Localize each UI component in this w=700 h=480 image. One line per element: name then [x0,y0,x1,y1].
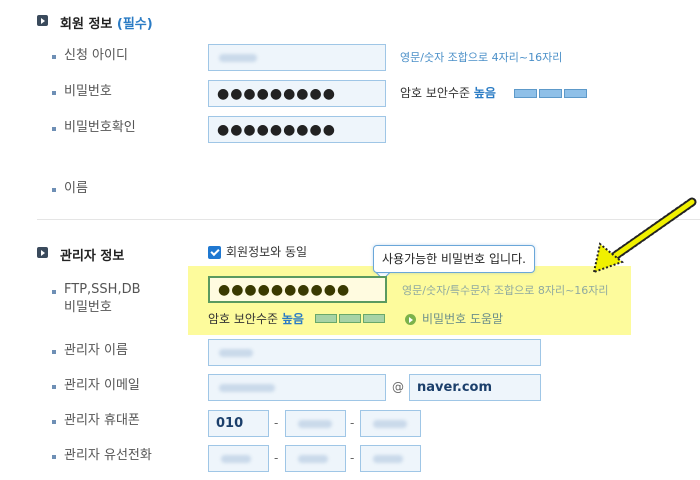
phone-part3-input[interactable] [360,445,421,472]
strength-bar-segment [539,89,562,98]
same-as-member-label[interactable]: 회원정보와 동일 [226,243,307,261]
password-confirm-value: ●●●●●●●●● [217,122,336,138]
strength-bar-segment [514,89,537,98]
bullet-icon [52,290,56,294]
admin-name-label: 관리자 이름 [64,343,128,358]
id-hint: 영문/숫자 조합으로 4자리~16자리 [400,51,563,64]
password-tooltip: 사용가능한 비밀번호 입니다. [373,245,535,273]
ftp-password-hint: 영문/숫자/특수문자 조합으로 8자리~16자리 [402,284,609,297]
bullet-icon [52,188,56,192]
member-section-title-text: 회원 정보 [60,17,113,32]
section-marker-icon [37,247,48,258]
password-value: ●●●●●●●●● [217,86,336,102]
password-strength-label: 암호 보안수준 [400,86,471,100]
phone-part1-input[interactable] [208,445,269,472]
password-help-link[interactable]: 비밀번호 도움말 [422,311,503,327]
password-input[interactable]: ●●●●●●●●● [208,80,386,107]
phone-part2-input[interactable] [285,445,346,472]
admin-phone-label: 관리자 유선전화 [64,448,152,463]
id-label: 신청 아이디 [64,48,128,63]
dash-separator: - [350,451,355,465]
email-domain-value: naver.com [417,380,492,395]
password-confirm-label: 비밀번호확인 [64,120,136,135]
strength-bar-segment [339,314,361,323]
name-label: 이름 [64,181,88,196]
help-arrow-icon[interactable] [405,314,416,325]
member-section-title: 회원 정보 (필수) [60,13,153,32]
strength-bar-segment [564,89,587,98]
strength-bar-segment [315,314,337,323]
password-strength-level: 높음 [473,86,496,100]
admin-email-domain-input[interactable]: naver.com [409,374,541,401]
dash-separator: - [274,416,279,430]
dash-separator: - [350,416,355,430]
mobile-prefix-value: 010 [216,416,244,431]
admin-mobile-label: 관리자 휴대폰 [64,413,140,428]
ftp-strength-level: 높음 [281,312,304,326]
mobile-part1-input[interactable]: 010 [208,410,269,437]
checkbox-checked-icon[interactable] [208,246,221,259]
id-input[interactable] [208,44,386,71]
email-at-sign: @ [392,380,404,394]
ftp-strength-label: 암호 보안수준 [208,312,279,326]
admin-email-label: 관리자 이메일 [64,378,140,393]
required-badge: (필수) [116,17,153,32]
password-strength: 암호 보안수준 높음 [400,85,496,101]
password-confirm-input[interactable]: ●●●●●●●●● [208,116,386,143]
yellow-arrow-icon [592,197,697,274]
ftp-strength: 암호 보안수준 높음 [208,311,304,327]
dash-separator: - [274,451,279,465]
strength-bar-segment [363,314,385,323]
bullet-icon [52,420,56,424]
admin-email-id-input[interactable] [208,374,386,401]
password-label: 비밀번호 [64,84,112,99]
bullet-icon [52,455,56,459]
ftp-password-label-line2: 비밀번호 [64,300,112,315]
ftp-password-label-line1: FTP,SSH,DB [64,282,141,297]
ftp-password-input[interactable]: ●●●●●●●●●● [208,276,387,303]
section-marker-icon [37,15,48,26]
bullet-icon [52,350,56,354]
admin-section-title: 관리자 정보 [60,249,125,264]
mobile-part2-input[interactable] [285,410,346,437]
ftp-password-label: FTP,SSH,DB 비밀번호 [64,281,141,317]
admin-name-input[interactable] [208,339,541,366]
bullet-icon [52,55,56,59]
bullet-icon [52,127,56,131]
ftp-password-value: ●●●●●●●●●● [218,282,351,298]
mobile-part3-input[interactable] [360,410,421,437]
bullet-icon [52,385,56,389]
bullet-icon [52,91,56,95]
